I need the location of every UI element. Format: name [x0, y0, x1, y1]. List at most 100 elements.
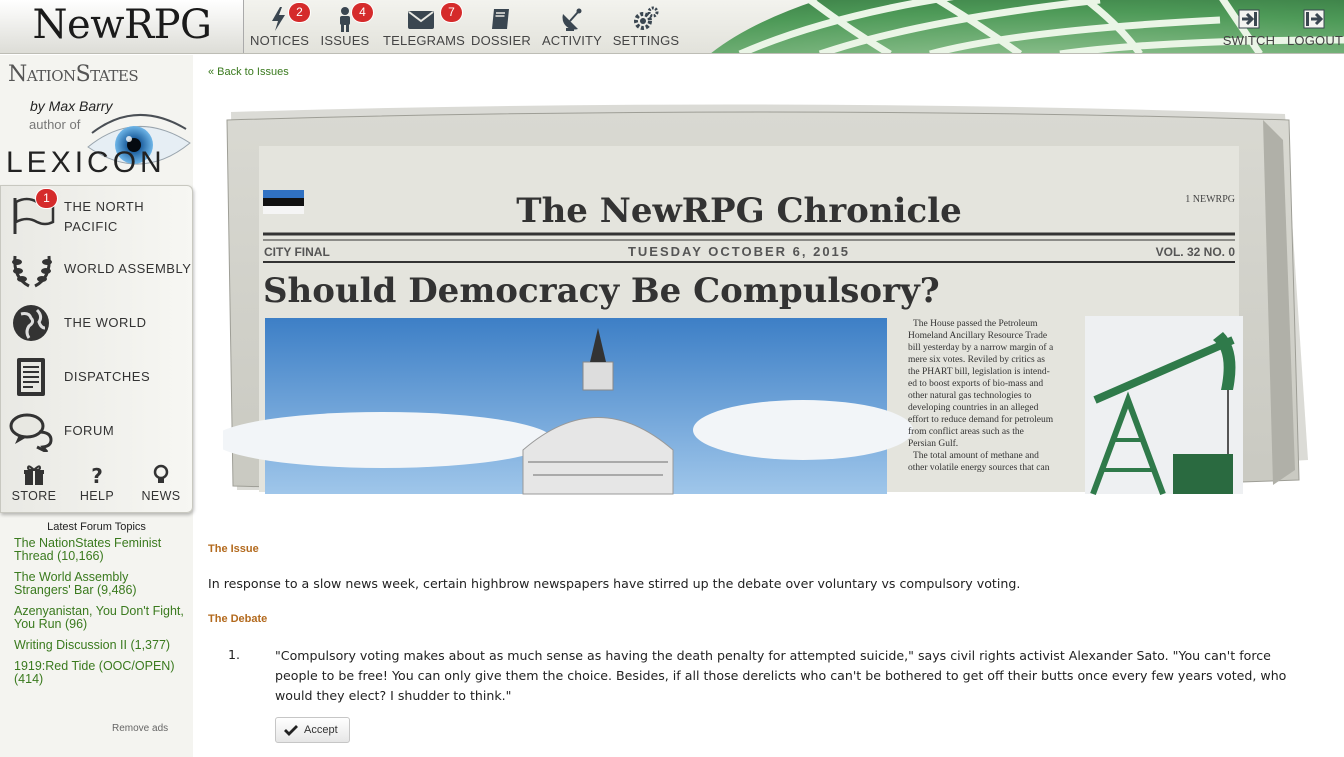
nav-switch[interactable]: SWITCH	[1222, 0, 1276, 53]
column-line: developing countries in an alleged	[908, 403, 1039, 413]
laurel-icon	[12, 255, 52, 288]
column-line: the PHART bill, legislation is intend-	[908, 367, 1050, 377]
book-title[interactable]: LEXICON	[6, 146, 166, 180]
sidebar-news[interactable]: NEWS	[129, 464, 193, 510]
mini-label: STORE	[11, 489, 57, 503]
forum-topic-link[interactable]: Writing Discussion II (1,377)	[0, 639, 193, 652]
newspaper-price: 1 NEWRPG	[1185, 194, 1235, 205]
sidebar-item-label: PACIFIC	[64, 219, 118, 234]
remove-ads-link[interactable]: Remove ads	[112, 723, 168, 734]
nav-label: LOGOUT	[1287, 33, 1344, 48]
sidebar-help[interactable]: ? HELP	[65, 464, 129, 510]
forum-topic-link[interactable]: The World Assembly Strangers' Bar (9,486…	[0, 571, 193, 597]
forum-topic-link[interactable]: The NationStates Feminist Thread (10,166…	[0, 537, 193, 563]
column-line: other natural gas technologies to	[908, 391, 1032, 401]
column-line: Homeland Ancillary Resource Trade	[908, 331, 1047, 341]
nav-label: TELEGRAMS	[383, 33, 465, 48]
forum-topic-link[interactable]: 1919:Red Tide (OOC/OPEN) (414)	[0, 660, 193, 686]
nav-label: DOSSIER	[471, 33, 531, 48]
option-text: "Compulsory voting makes about as much s…	[275, 648, 1287, 703]
nav-label: SWITCH	[1222, 33, 1276, 48]
column-line: effort to reduce demand for petroleum	[908, 414, 1054, 425]
gift-icon	[24, 465, 44, 485]
sidebar-store[interactable]: STORE	[2, 464, 66, 510]
check-icon	[284, 725, 298, 736]
back-to-issues-link[interactable]: « Back to Issues	[208, 66, 289, 78]
lightbulb-icon	[153, 464, 169, 483]
author-of-label: author of	[29, 117, 81, 132]
nav-telegrams[interactable]: 7 TELEGRAMS	[383, 0, 465, 53]
column-line: The total amount of methane and	[913, 450, 1039, 461]
nav-label: SETTINGS	[612, 33, 680, 48]
nav-notices[interactable]: 2 NOTICES	[250, 0, 310, 53]
region-badge: 1	[36, 189, 57, 208]
nav-label: ACTIVITY	[541, 33, 603, 48]
globe-icon	[13, 305, 49, 341]
nation-logo[interactable]: NewRPG	[0, 0, 244, 53]
sidebar-item-label: DISPATCHES	[64, 369, 151, 384]
gears-icon	[634, 6, 659, 30]
issues-badge: 4	[352, 3, 373, 22]
nav-logout[interactable]: LOGOUT	[1287, 0, 1344, 53]
forum-topics-list: Latest Forum Topics The NationStates Fem…	[0, 521, 193, 694]
sidebar-item-label: THE WORLD	[64, 315, 147, 330]
column-line: Persian Gulf.	[908, 438, 958, 449]
nav-label: ISSUES	[320, 33, 370, 48]
newspaper-date: TUESDAY OCTOBER 6, 2015	[628, 244, 850, 259]
oil-pump-photo	[1085, 316, 1243, 496]
notices-badge: 2	[289, 3, 310, 22]
column-line: mere six votes. Reviled by critics as	[908, 355, 1045, 365]
forum-topic-link[interactable]: Azenyanistan, You Don't Fight, You Run (…	[0, 605, 193, 631]
debate-heading: The Debate	[208, 613, 268, 625]
nav-settings[interactable]: SETTINGS	[612, 0, 680, 53]
nav-issues[interactable]: 4 ISSUES	[319, 0, 373, 53]
top-bar: NewRPG 2 NOTICES 4 ISSUES 7 TELEGRAMS DO…	[0, 0, 1344, 54]
left-sidebar: NationStates by Max Barry author of LEXI…	[0, 55, 193, 757]
mini-label: HELP	[79, 489, 115, 503]
logout-icon	[1303, 9, 1325, 29]
sidebar-item-label: FORUM	[64, 423, 115, 438]
capitol-photo	[223, 318, 913, 495]
option-number: 1.	[228, 647, 241, 662]
satellite-dish-icon	[562, 8, 582, 31]
sidebar-item-forum[interactable]: FORUM	[1, 405, 194, 455]
nav-dossier[interactable]: DOSSIER	[471, 0, 531, 53]
site-title[interactable]: NationStates	[8, 62, 139, 87]
column-line: bill yesterday by a narrow margin of a	[908, 342, 1054, 353]
sidebar-item-world-assembly[interactable]: WORLD ASSEMBLY	[1, 243, 194, 293]
accept-button[interactable]: Accept	[275, 717, 350, 743]
sidebar-item-label: THE NORTH	[64, 199, 145, 214]
book-icon	[492, 9, 509, 29]
sidebar-item-world[interactable]: THE WORLD	[1, 297, 194, 347]
envelope-icon	[408, 11, 434, 29]
question-icon: ?	[91, 464, 103, 486]
newspaper-headline: Should Democracy Be Compulsory?	[263, 271, 940, 311]
column-line: other volatile energy sources that can	[908, 463, 1050, 473]
svg-text:?: ?	[91, 464, 103, 486]
switch-icon	[1238, 9, 1260, 29]
newspaper-volume: VOL. 32 NO. 0	[1156, 245, 1236, 259]
sidebar-nav-panel: 1 THE NORTH PACIFIC WORLD ASSEMBLY THE W…	[0, 185, 193, 513]
nav-label: NOTICES	[250, 33, 310, 48]
estonia-flag-image	[263, 190, 304, 214]
sidebar-item-label: WORLD ASSEMBLY	[64, 261, 192, 276]
newspaper-edition: CITY FINAL	[264, 245, 330, 259]
accept-label: Accept	[304, 724, 338, 736]
telegrams-badge: 7	[441, 3, 462, 22]
sidebar-item-region[interactable]: 1 THE NORTH PACIFIC	[1, 189, 194, 239]
nav-activity[interactable]: ACTIVITY	[541, 0, 603, 53]
mini-label: NEWS	[141, 489, 181, 503]
author-line[interactable]: by Max Barry	[30, 98, 112, 114]
issue-heading: The Issue	[208, 543, 259, 555]
newspaper-masthead: The NewRPG Chronicle	[516, 191, 961, 231]
column-line: The House passed the Petroleum	[913, 319, 1038, 329]
column-line: ed to boost exports of bio-mass and	[908, 378, 1043, 389]
sidebar-item-dispatches[interactable]: DISPATCHES	[1, 351, 194, 401]
forum-topics-title: Latest Forum Topics	[47, 521, 146, 533]
issue-description: In response to a slow news week, certain…	[208, 576, 1021, 591]
newspaper-banner: The NewRPG Chronicle 1 NEWRPG CITY FINAL…	[223, 104, 1308, 496]
column-line: from conflict areas such as the	[908, 426, 1024, 437]
speech-bubbles-icon	[9, 413, 53, 452]
document-icon	[17, 358, 45, 396]
nation-name: NewRPG	[32, 2, 212, 48]
